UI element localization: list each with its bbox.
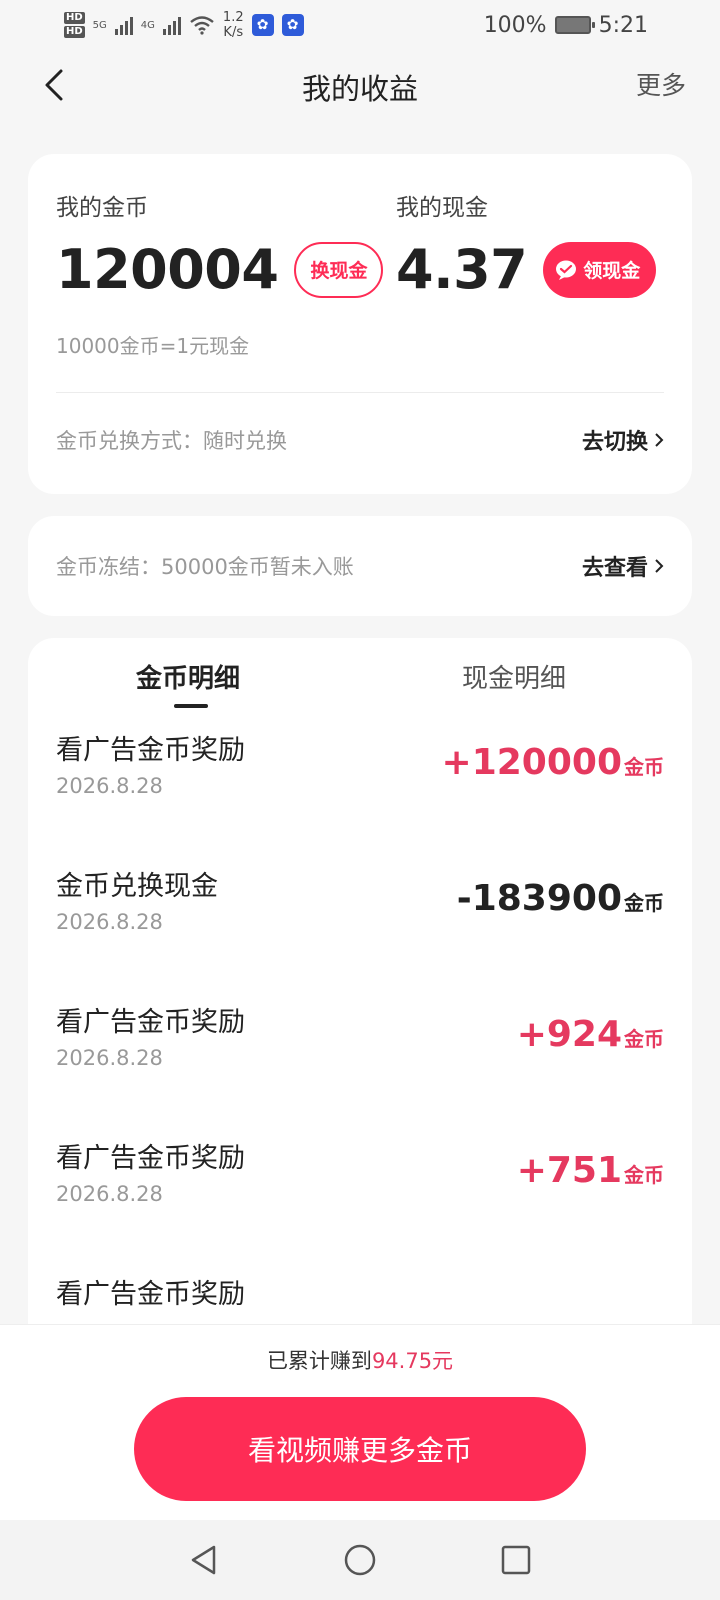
balance-card: 我的金币 120004 换现金 我的现金 4.37 领现金 10000金币=1元… bbox=[28, 154, 692, 494]
tx-title: 金币兑换现金 bbox=[56, 871, 218, 902]
nav-recents-icon[interactable] bbox=[498, 1542, 534, 1578]
tab-coin-detail[interactable]: 金币明细 bbox=[136, 658, 240, 695]
cash-value: 4.37 bbox=[396, 238, 528, 301]
cash-section: 我的现金 4.37 领现金 bbox=[396, 188, 657, 301]
list-item: 看广告金币奖励 2026.8.28 +751 金币 bbox=[28, 1136, 692, 1272]
signal-icon bbox=[114, 15, 133, 35]
divider bbox=[56, 392, 664, 393]
withdraw-cash-label: 领现金 bbox=[583, 260, 641, 282]
total-earned-amount: 94.75元 bbox=[371, 1349, 454, 1373]
watch-video-button[interactable]: 看视频赚更多金币 bbox=[134, 1397, 586, 1501]
transaction-list: 看广告金币奖励 2026.8.28 +120000 金币 金币兑换现金 2026… bbox=[28, 728, 692, 1408]
battery-percent: 100% bbox=[483, 12, 547, 38]
page-title: 我的收益 bbox=[301, 72, 418, 106]
tx-date: 2026.8.28 bbox=[56, 910, 163, 934]
tx-amount-value: +924 bbox=[516, 1014, 622, 1055]
coins-row: 120004 换现金 bbox=[56, 238, 384, 301]
signal-icon-2 bbox=[162, 15, 181, 35]
detail-tabs: 金币明细 现金明细 bbox=[28, 638, 692, 718]
tx-amount-unit: 金币 bbox=[624, 1027, 664, 1051]
chevron-right-icon bbox=[655, 559, 664, 573]
tx-title: 看广告金币奖励 bbox=[56, 1007, 245, 1038]
frozen-row[interactable]: 金币冻结：50000金币暂未入账 去查看 bbox=[56, 546, 664, 586]
coins-section: 我的金币 120004 换现金 bbox=[56, 188, 384, 301]
net-speed-value: 1.2 bbox=[222, 10, 244, 25]
view-frozen-label: 去查看 bbox=[581, 556, 648, 581]
chevron-right-icon bbox=[655, 433, 664, 447]
tx-amount-value: +751 bbox=[516, 1150, 622, 1191]
nav-home-icon[interactable] bbox=[342, 1542, 378, 1578]
tx-title: 看广告金币奖励 bbox=[56, 1279, 245, 1310]
cash-row: 4.37 领现金 bbox=[396, 238, 657, 301]
system-nav-bar bbox=[0, 1520, 720, 1600]
tx-title: 看广告金币奖励 bbox=[56, 735, 245, 766]
coins-value: 120004 bbox=[56, 238, 279, 301]
list-item: 看广告金币奖励 2026.8.28 +120000 金币 bbox=[28, 728, 692, 864]
network-5g-label: 5G bbox=[92, 19, 107, 31]
total-earned: 已累计赚到94.75元 bbox=[0, 1345, 720, 1375]
tx-amount-value: +120000 bbox=[441, 742, 622, 783]
wifi-icon bbox=[190, 16, 214, 35]
exchange-method-text: 金币兑换方式：随时兑换 bbox=[56, 429, 287, 453]
active-tab-indicator bbox=[174, 704, 208, 708]
net-speed: 1.2 K/s bbox=[223, 10, 244, 40]
status-left: HD HD 5G 4G 1.2 K/s ✿ ✿ bbox=[64, 10, 304, 40]
status-right: 100% 5:21 bbox=[484, 13, 648, 38]
battery-icon bbox=[554, 16, 595, 34]
exchange-rate-text: 10000金币=1元现金 bbox=[56, 334, 250, 358]
tx-amount: -183900 金币 bbox=[457, 878, 664, 919]
hd-badge-1: HD bbox=[64, 12, 85, 24]
app-notification-icon: ✿ bbox=[251, 14, 274, 36]
wechat-icon bbox=[556, 260, 577, 280]
tx-amount: +751 金币 bbox=[517, 1150, 664, 1191]
tx-amount-unit: 金币 bbox=[624, 1163, 664, 1187]
network-4g-label: 4G bbox=[140, 19, 155, 31]
frozen-text: 金币冻结：50000金币暂未入账 bbox=[56, 555, 354, 579]
tx-amount-value: -183900 bbox=[456, 878, 622, 919]
app-notification-icon-2: ✿ bbox=[281, 14, 304, 36]
clock: 5:21 bbox=[598, 12, 648, 38]
switch-method-label: 去切换 bbox=[581, 430, 648, 455]
coins-label: 我的金币 bbox=[56, 195, 148, 221]
bottom-bar: 已累计赚到94.75元 看视频赚更多金币 bbox=[0, 1324, 720, 1520]
withdraw-cash-button[interactable]: 领现金 bbox=[543, 241, 657, 298]
tx-amount-unit: 金币 bbox=[624, 755, 664, 779]
more-button[interactable]: 更多 bbox=[636, 66, 686, 102]
list-item: 看广告金币奖励 2026.8.28 +924 金币 bbox=[28, 1000, 692, 1136]
switch-method-link[interactable]: 去切换 bbox=[582, 424, 664, 456]
tx-date: 2026.8.28 bbox=[56, 1182, 163, 1206]
tab-cash-detail[interactable]: 现金明细 bbox=[462, 658, 566, 695]
tx-amount: +924 金币 bbox=[517, 1014, 664, 1055]
tx-title: 看广告金币奖励 bbox=[56, 1143, 245, 1174]
view-frozen-link[interactable]: 去查看 bbox=[582, 550, 664, 582]
exchange-cash-button[interactable]: 换现金 bbox=[294, 241, 384, 298]
net-speed-unit: K/s bbox=[223, 25, 244, 40]
tx-amount: +120000 金币 bbox=[442, 742, 664, 783]
exchange-method-row[interactable]: 金币兑换方式：随时兑换 去切换 bbox=[56, 420, 664, 460]
frozen-coins-card[interactable]: 金币冻结：50000金币暂未入账 去查看 bbox=[28, 516, 692, 616]
top-app-bar: 我的收益 更多 bbox=[0, 50, 720, 160]
tx-date: 2026.8.28 bbox=[56, 1046, 163, 1070]
hd-badge-2: HD bbox=[64, 26, 85, 38]
list-item: 金币兑换现金 2026.8.28 -183900 金币 bbox=[28, 864, 692, 1000]
hd-indicator: HD HD bbox=[64, 12, 85, 38]
nav-back-icon[interactable] bbox=[186, 1542, 222, 1578]
cash-label: 我的现金 bbox=[396, 195, 488, 221]
total-earned-prefix: 已累计赚到 bbox=[266, 1349, 372, 1373]
status-bar: HD HD 5G 4G 1.2 K/s ✿ ✿ 100% 5:21 bbox=[0, 0, 720, 50]
tx-amount-unit: 金币 bbox=[624, 891, 664, 915]
tx-date: 2026.8.28 bbox=[56, 774, 163, 798]
